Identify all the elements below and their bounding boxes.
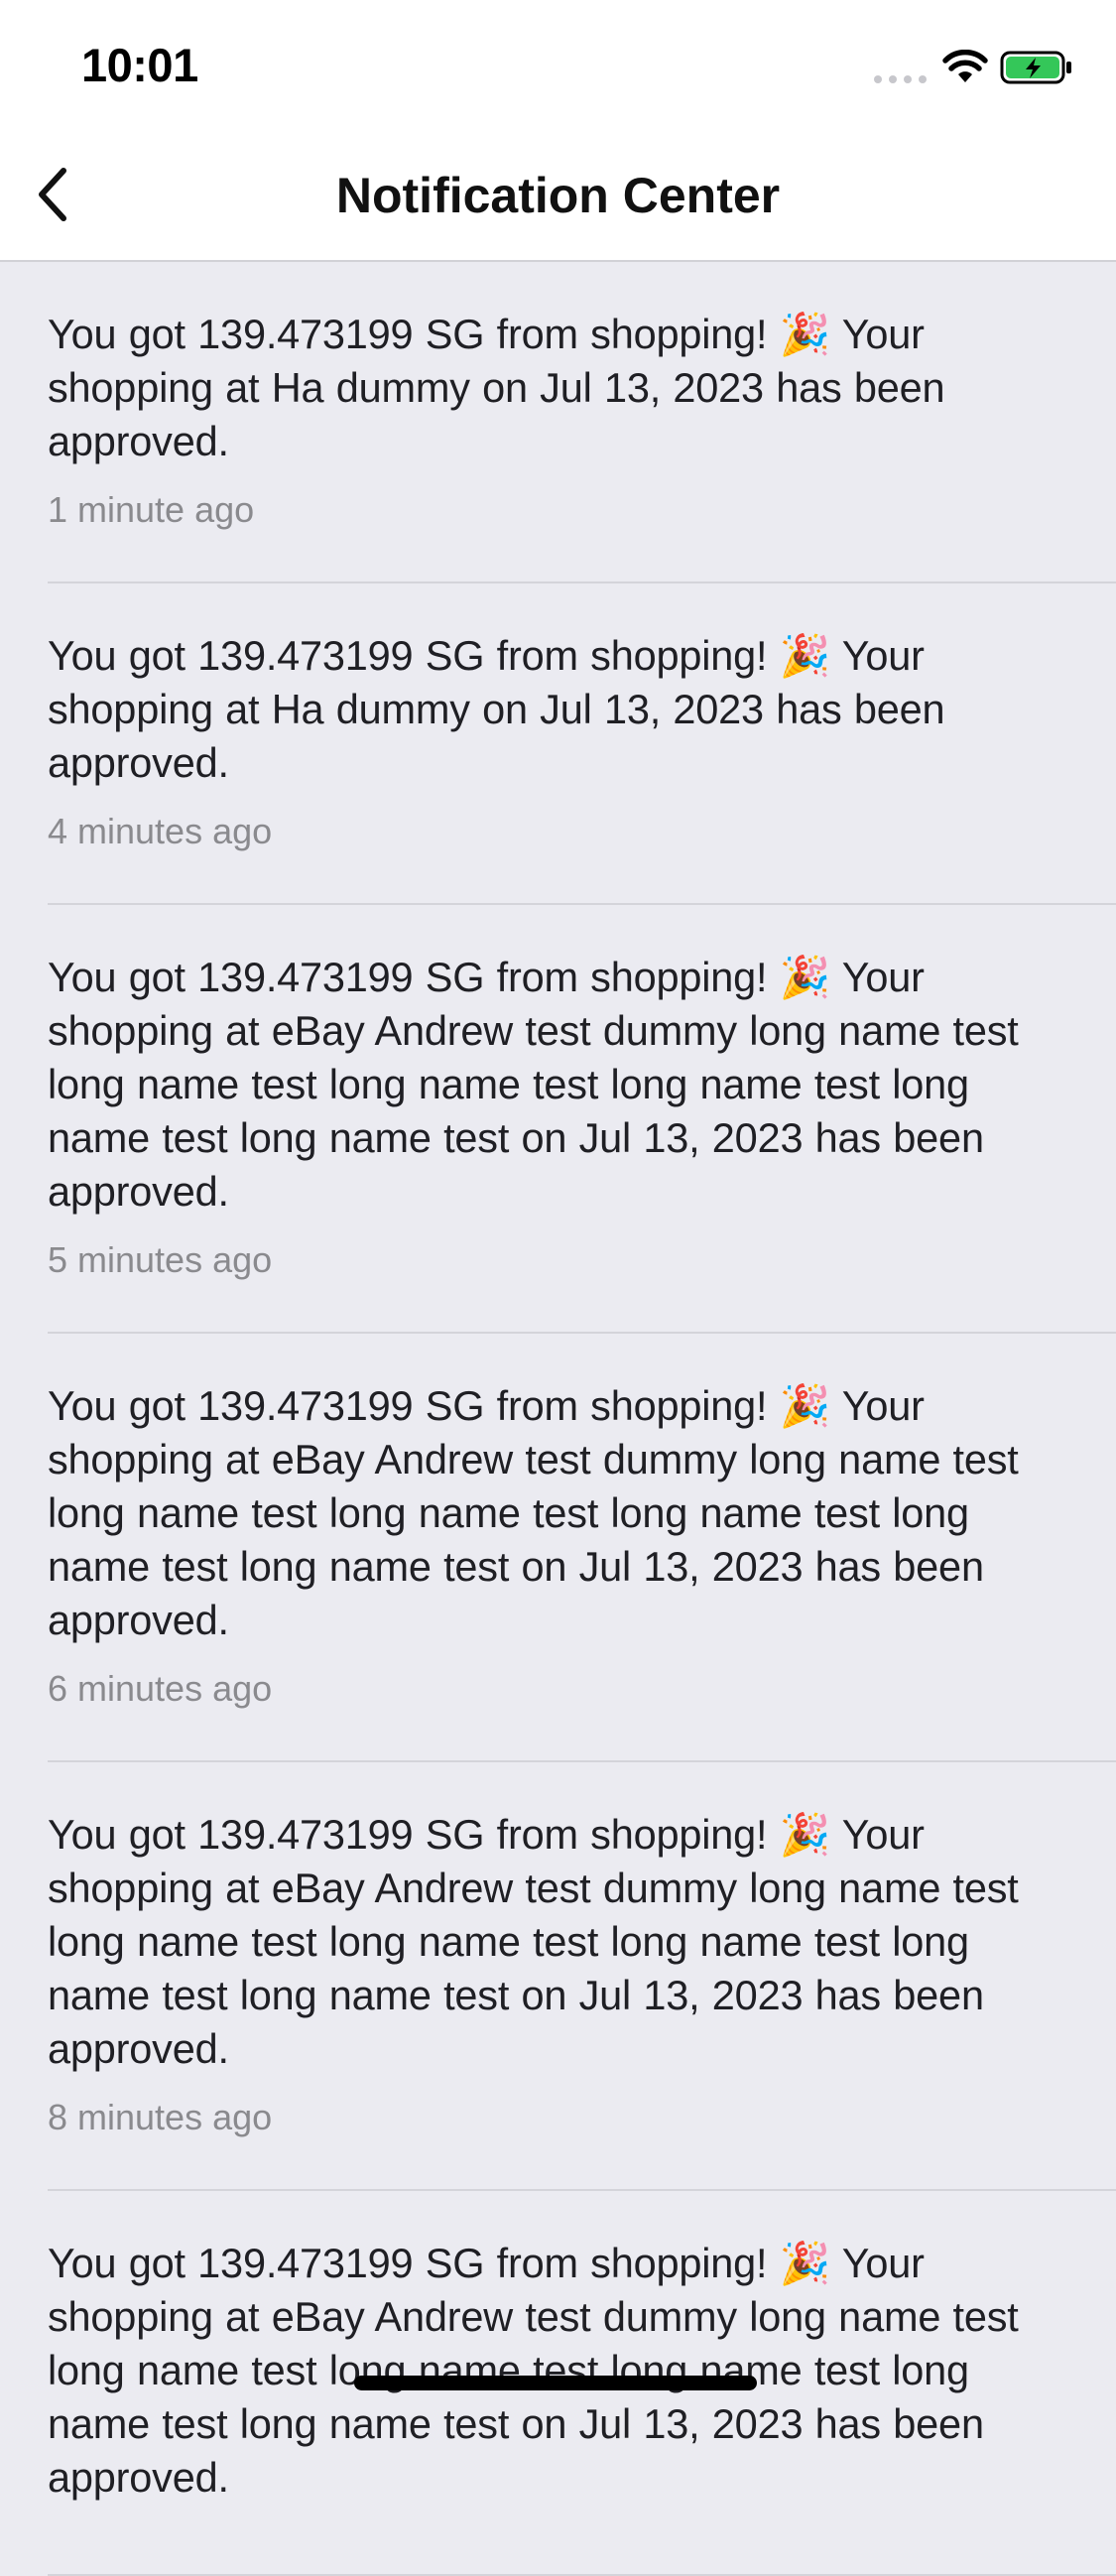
notification-time: 5 minutes ago <box>48 1239 273 1280</box>
notification-item[interactable]: You got 139.473199 SG from shopping! 🎉 Y… <box>0 583 1116 905</box>
notification-message: You got 139.473199 SG from shopping! 🎉 Y… <box>48 2240 1019 2501</box>
notification-message: You got 139.473199 SG from shopping! 🎉 Y… <box>48 954 1019 1215</box>
notification-message: You got 139.473199 SG from shopping! 🎉 Y… <box>48 1811 1019 2072</box>
signal-icon <box>874 75 927 83</box>
status-bar: 10:01 <box>0 0 1116 131</box>
page-title: Notification Center <box>335 168 781 223</box>
battery-charging-icon <box>1000 51 1071 84</box>
notification-time <box>48 2524 1076 2576</box>
notification-item[interactable]: You got 139.473199 SG from shopping! 🎉 Y… <box>0 1762 1116 2191</box>
notification-time: 1 minute ago <box>48 489 255 530</box>
nav-bar: Notification Center <box>0 131 1116 262</box>
notification-item[interactable]: You got 139.473199 SG from shopping! 🎉 Y… <box>0 262 1116 583</box>
notification-time: 8 minutes ago <box>48 2097 273 2137</box>
notification-message: You got 139.473199 SG from shopping! 🎉 Y… <box>48 632 945 786</box>
notification-list[interactable]: You got 139.473199 SG from shopping! 🎉 Y… <box>0 262 1116 2576</box>
wifi-icon <box>942 50 988 82</box>
notification-message: You got 139.473199 SG from shopping! 🎉 Y… <box>48 311 945 464</box>
notification-time: 6 minutes ago <box>48 1668 273 1709</box>
notification-time: 4 minutes ago <box>48 811 273 851</box>
home-indicator[interactable] <box>354 2376 757 2390</box>
notification-item[interactable]: You got 139.473199 SG from shopping! 🎉 Y… <box>0 905 1116 1334</box>
notification-message: You got 139.473199 SG from shopping! 🎉 Y… <box>48 1382 1019 1643</box>
status-time: 10:01 <box>81 39 198 91</box>
notification-item[interactable]: You got 139.473199 SG from shopping! 🎉 Y… <box>0 1334 1116 1762</box>
